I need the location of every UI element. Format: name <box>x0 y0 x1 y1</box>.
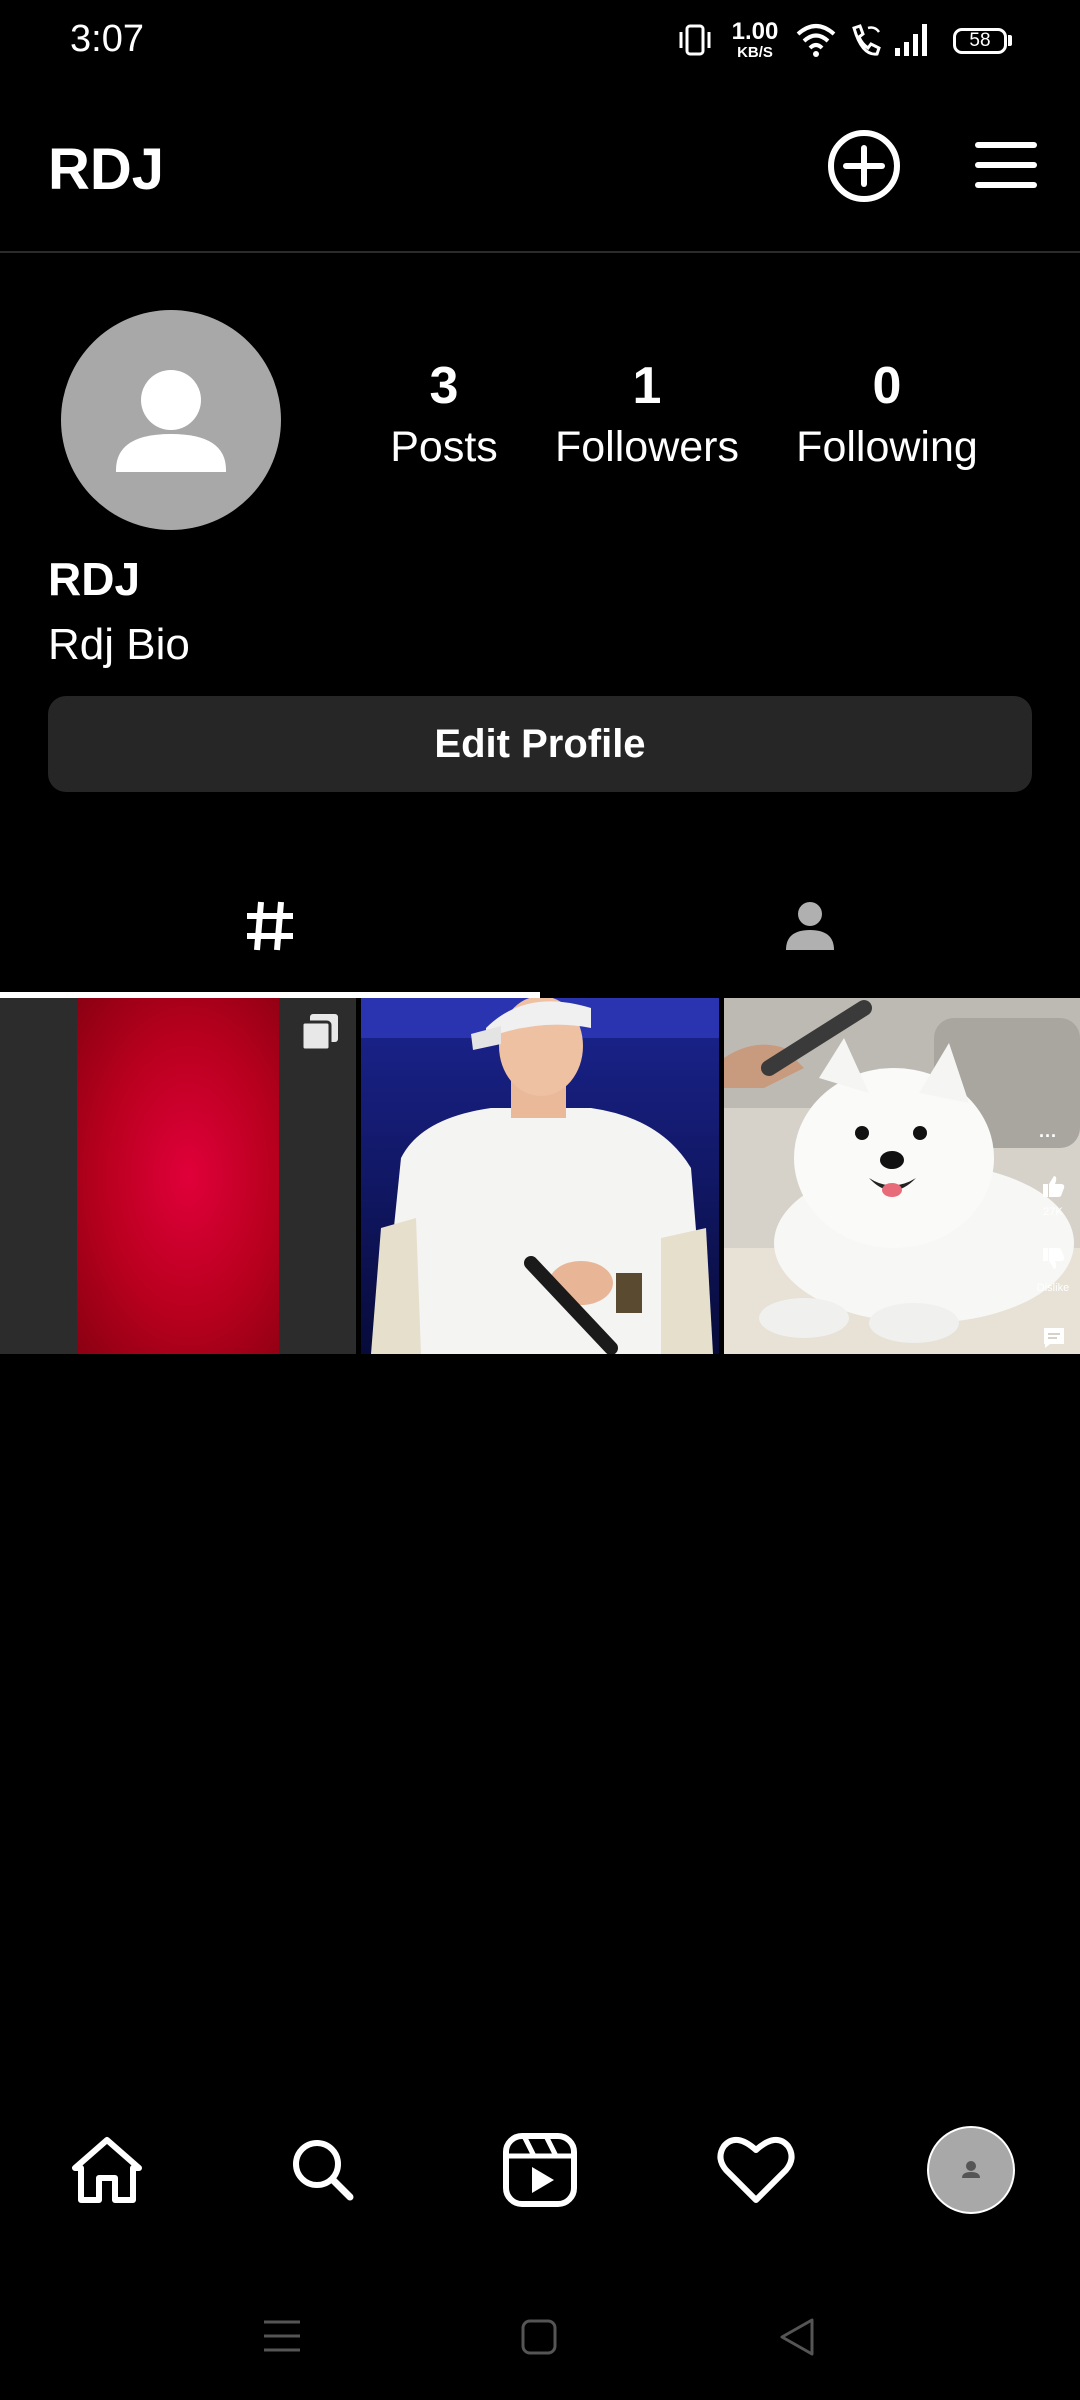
status-bar: 3:07 1.00 KB/S 58 <box>0 0 1080 80</box>
profile-avatar-icon <box>927 2126 1015 2214</box>
dislike-label: Dislike <box>1036 1282 1070 1294</box>
nav-activity[interactable] <box>701 2110 811 2230</box>
nav-reels[interactable] <box>485 2110 595 2230</box>
battery-tip <box>1008 35 1012 46</box>
profile-display-name: RDJ <box>48 553 141 605</box>
recent-apps-icon[interactable] <box>262 2318 302 2354</box>
stat-followers[interactable]: 1 Followers <box>537 355 757 475</box>
following-label: Following <box>796 423 978 471</box>
bottom-navigation <box>0 2110 1080 2230</box>
posts-count: 3 <box>429 357 459 415</box>
singer-photo <box>361 998 719 1354</box>
status-time: 3:07 <box>70 18 144 60</box>
multiple-images-icon <box>300 1014 338 1052</box>
followers-count: 1 <box>632 357 662 415</box>
plus-circle-icon[interactable] <box>826 128 902 204</box>
system-navigation-bar <box>0 2290 1080 2380</box>
post-thumbnail-red-gradient[interactable] <box>0 998 356 1354</box>
back-icon[interactable] <box>778 2316 816 2358</box>
followers-label: Followers <box>555 423 739 471</box>
dog-photo <box>724 998 1080 1354</box>
nav-profile[interactable] <box>916 2110 1026 2230</box>
network-speed: 1.00 KB/S <box>727 18 783 61</box>
following-count: 0 <box>872 357 902 415</box>
stat-following[interactable]: 0 Following <box>777 355 997 475</box>
network-speed-value: 1.00 <box>731 18 779 45</box>
profile-avatar[interactable] <box>61 310 281 530</box>
search-icon <box>293 2140 354 2201</box>
wifi-calling-icon <box>852 24 881 56</box>
signal-icon <box>895 24 927 56</box>
nav-home[interactable] <box>52 2110 162 2230</box>
hashtag-grid-icon <box>247 901 293 951</box>
profile-username-title: RDJ <box>48 137 165 202</box>
post-thumbnail-singer[interactable] <box>361 998 719 1354</box>
home-button-icon[interactable] <box>520 2318 558 2356</box>
reels-icon <box>503 2133 577 2207</box>
tagged-person-icon <box>786 902 834 950</box>
like-icon <box>1043 1176 1065 1197</box>
more-options-icon: ··· <box>1039 1126 1057 1146</box>
default-avatar-icon <box>116 370 226 472</box>
wifi-icon <box>796 24 836 57</box>
heart-icon <box>717 2137 795 2203</box>
tab-posts-grid[interactable] <box>0 860 540 996</box>
posts-label: Posts <box>390 423 498 471</box>
home-icon <box>72 2137 142 2203</box>
nav-search[interactable] <box>268 2110 378 2230</box>
post-thumbnail-samoyed-dog[interactable]: ··· 27K Dislike <box>724 998 1080 1354</box>
vibrate-icon <box>679 24 711 56</box>
network-speed-unit: KB/S <box>737 44 773 61</box>
tab-tagged[interactable] <box>540 860 1080 996</box>
like-count: 27K <box>1043 1206 1063 1218</box>
app-header: RDJ <box>0 80 1080 253</box>
battery-icon: 58 <box>953 28 1007 54</box>
comment-icon <box>1044 1328 1064 1348</box>
profile-bio: Rdj Bio <box>48 620 190 669</box>
hamburger-menu-icon[interactable] <box>973 140 1039 190</box>
edit-profile-button[interactable]: Edit Profile <box>48 696 1032 792</box>
stat-posts[interactable]: 3 Posts <box>334 355 554 475</box>
dislike-icon <box>1043 1248 1065 1269</box>
